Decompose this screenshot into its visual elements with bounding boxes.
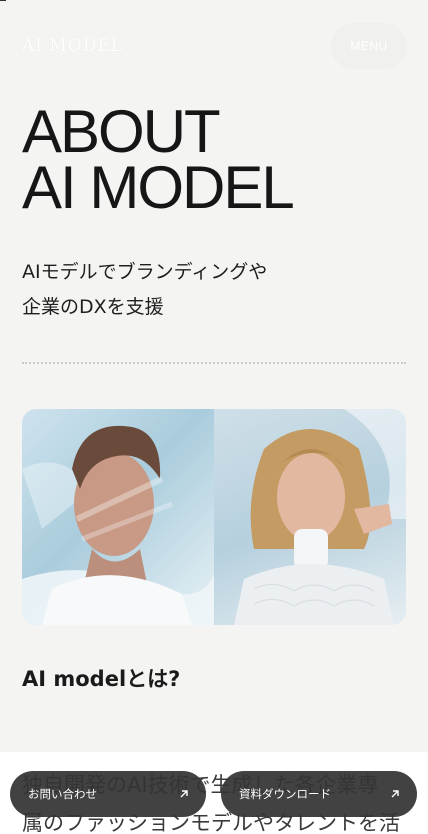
arrow-up-right-icon [180, 790, 188, 798]
model-photo [22, 409, 406, 625]
male-model-image [22, 409, 214, 625]
dotted-divider [22, 362, 406, 364]
page-title-line-2: AI MODEL [22, 154, 295, 221]
page: AI MODEL MENU ABOUT AI MODEL AIモデルでブランディ… [0, 0, 428, 834]
page-title-line-1: ABOUT [22, 98, 221, 165]
menu-button[interactable]: MENU [332, 24, 406, 68]
female-model-image [214, 409, 406, 625]
corner-mark [0, 0, 6, 1]
page-title: ABOUT AI MODEL [22, 98, 412, 221]
page-subtitle: AIモデルでブランディングや 企業のDXを支援 [22, 255, 402, 325]
subtitle-line-2: 企業のDXを支援 [22, 296, 164, 318]
contact-button-label: お問い合わせ [28, 787, 97, 801]
subtitle-line-1: AIモデルでブランディングや [22, 261, 268, 283]
male-model-illustration [22, 425, 214, 625]
download-button-label: 資料ダウンロード [239, 787, 331, 801]
contact-button[interactable]: お問い合わせ [10, 771, 206, 817]
site-logo[interactable]: AI MODEL [22, 36, 123, 56]
download-button[interactable]: 資料ダウンロード [221, 771, 417, 817]
arrow-up-right-icon [391, 790, 399, 798]
section-heading: AI modelとは? [22, 667, 181, 691]
female-model-illustration [234, 409, 406, 625]
